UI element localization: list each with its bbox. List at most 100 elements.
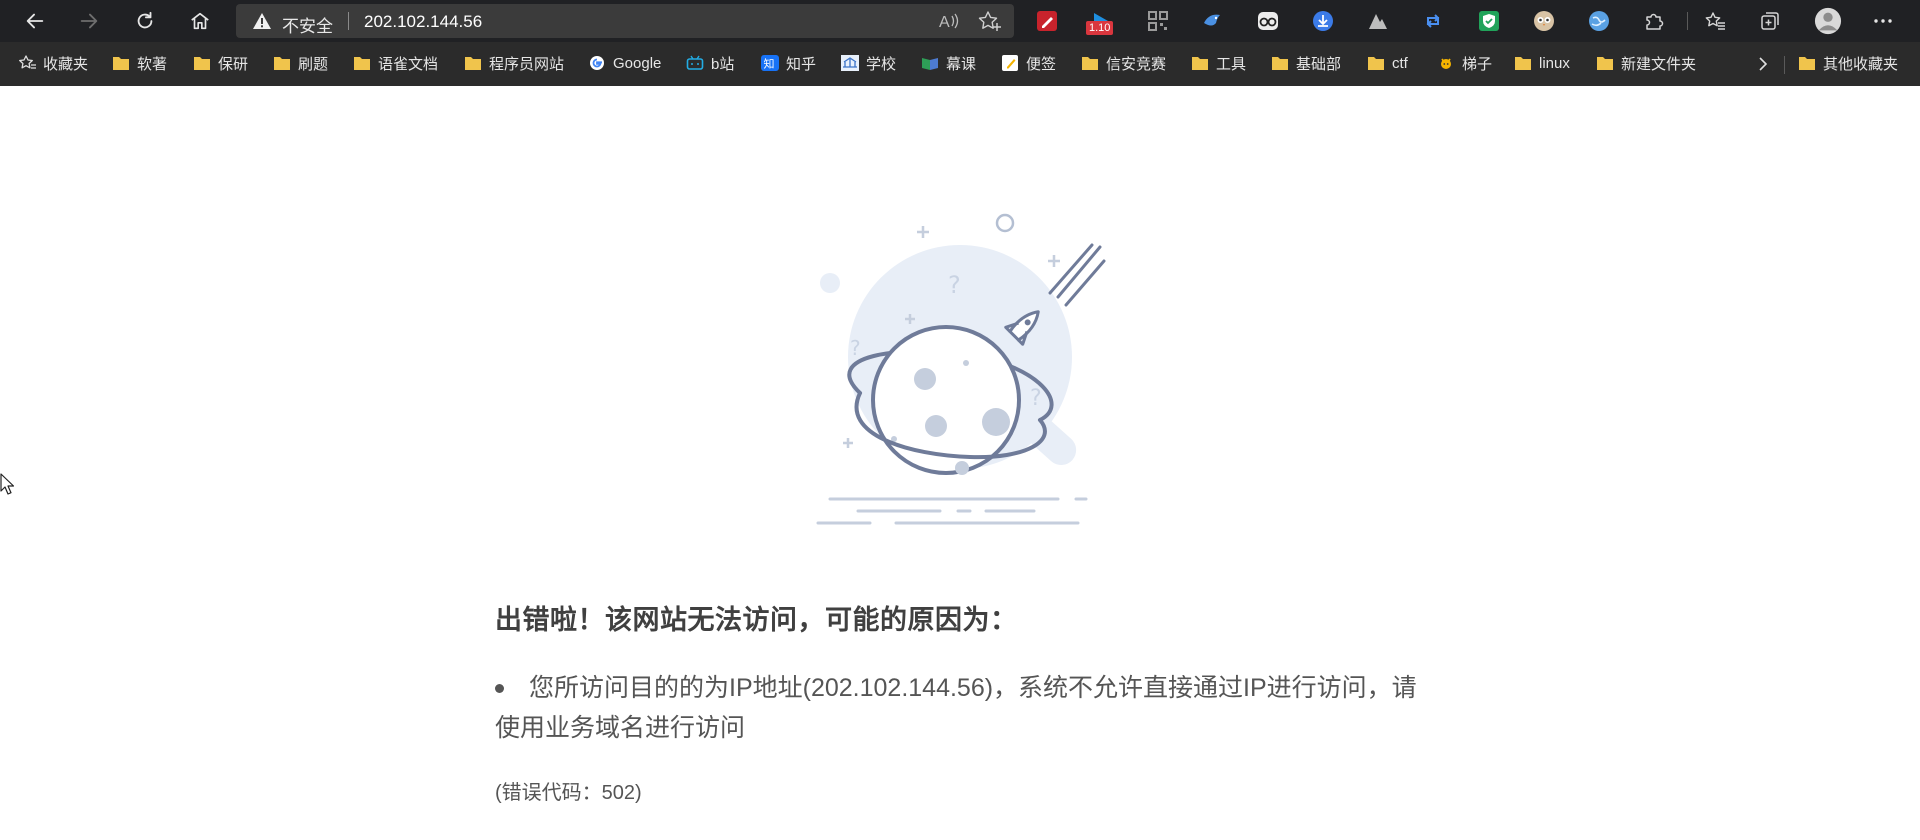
- toolbar-divider: [1687, 12, 1688, 30]
- bookmark-label: 收藏夹: [43, 55, 89, 73]
- svg-text:?: ?: [850, 336, 861, 360]
- bird-icon: [1204, 14, 1220, 26]
- add-favorite-icon[interactable]: [978, 10, 1002, 32]
- bookmark-label: Google: [613, 54, 662, 72]
- mouse-cursor-icon: [0, 473, 14, 495]
- svg-text:A: A: [939, 14, 950, 31]
- glasses-icon: [1258, 12, 1278, 30]
- bookmark-folder[interactable]: 软著: [112, 52, 167, 74]
- bookmark-folder[interactable]: 语雀文档: [353, 52, 438, 74]
- error-code-value: 502): [601, 782, 642, 804]
- more-options-icon: [1874, 19, 1892, 23]
- bookmark-label: ctf: [1392, 54, 1408, 72]
- svg-text:?: ?: [948, 271, 961, 299]
- mountain-icon: [1369, 14, 1387, 29]
- forward-button[interactable]: [72, 4, 106, 38]
- arrow-right-icon: [80, 13, 98, 29]
- bookmark-folder[interactable]: ctf: [1367, 52, 1408, 74]
- bookmark-label: 程序员网站: [489, 55, 565, 73]
- bookmark-folder[interactable]: 刷题: [273, 52, 328, 74]
- globe-icon: [1589, 11, 1609, 31]
- folder-icon: [1272, 57, 1288, 70]
- bookmark-folder[interactable]: 信安竞赛: [1081, 52, 1166, 74]
- back-button[interactable]: [18, 4, 52, 38]
- zhihu-icon: 知: [761, 55, 779, 71]
- bookmark-folder[interactable]: 程序员网站: [464, 52, 564, 74]
- bookmark-ladder[interactable]: 梯子: [1437, 52, 1492, 74]
- ext-mountain[interactable]: [1365, 8, 1391, 34]
- extensions-button[interactable]: [1641, 8, 1667, 34]
- favorites-star-icon: [19, 55, 36, 69]
- refresh-button[interactable]: [128, 4, 162, 38]
- folder-icon: [354, 57, 370, 70]
- ext-qrcode[interactable]: [1145, 8, 1171, 34]
- bookmark-folder[interactable]: 基础部: [1271, 52, 1341, 74]
- bookmark-zhihu[interactable]: 知 知乎: [761, 52, 816, 74]
- warning-icon[interactable]: [252, 11, 272, 31]
- error-title: 出错啦！该网站无法访问，可能的原因为：: [495, 605, 1018, 635]
- bookmark-folder[interactable]: 工具: [1191, 52, 1246, 74]
- shield-check-icon: [1479, 11, 1499, 31]
- ext-glasses[interactable]: [1255, 8, 1281, 34]
- ext-globe[interactable]: [1586, 8, 1612, 34]
- bookmark-folder[interactable]: 新建文件夹: [1596, 52, 1696, 74]
- bookmark-bilibili[interactable]: b站: [686, 52, 734, 74]
- chevron-right-icon[interactable]: [1754, 54, 1772, 74]
- folder-icon: [1597, 57, 1613, 70]
- bookmark-label: linux: [1539, 54, 1570, 72]
- home-button[interactable]: [183, 4, 217, 38]
- bookmark-label: 基础部: [1296, 55, 1342, 73]
- favorites-button[interactable]: [1702, 8, 1728, 34]
- error-code-prefix: (错误代码：: [495, 782, 602, 804]
- ext-retweet[interactable]: [1420, 8, 1446, 34]
- folder-icon: [1799, 57, 1815, 70]
- mooc-icon: [922, 58, 938, 70]
- folder-icon: [465, 57, 481, 70]
- browser-chrome: 不安全 202.102.144.56 A 1.10 收藏夹 软著 保研 刷题 语…: [0, 0, 1920, 86]
- refresh-icon: [137, 11, 153, 29]
- folder-icon: [1192, 57, 1208, 70]
- ext-shield[interactable]: [1476, 8, 1502, 34]
- bookmark-label: 新建文件夹: [1621, 55, 1697, 73]
- bookmark-google[interactable]: Google: [588, 52, 661, 74]
- qr-code-icon: [1148, 11, 1168, 31]
- bookmark-folder[interactable]: linux: [1514, 52, 1570, 74]
- bookmark-other-favorites[interactable]: 其他收藏夹: [1798, 52, 1898, 74]
- bookmark-school[interactable]: 学校: [841, 52, 896, 74]
- security-label[interactable]: 不安全: [282, 12, 333, 37]
- reason-text-line2: 使用业务域名进行访问: [495, 714, 746, 742]
- reason-text-line1: 您所访问目的的为IP地址(202.102.144.56)，系统不允许直接通过IP…: [529, 674, 1417, 702]
- ext-download[interactable]: [1310, 8, 1336, 34]
- address-separator: [348, 12, 349, 30]
- bookmark-favorites[interactable]: 收藏夹: [18, 52, 88, 74]
- bookmark-folder[interactable]: 保研: [193, 52, 248, 74]
- home-icon: [191, 12, 209, 30]
- bookmark-label: 学校: [866, 55, 897, 73]
- read-aloud-icon[interactable]: A: [938, 10, 960, 32]
- school-icon: [841, 55, 859, 71]
- bookmark-label: 知乎: [786, 55, 817, 73]
- ext-bird[interactable]: [1199, 8, 1225, 34]
- bookmark-mooc[interactable]: 幕课: [921, 52, 976, 74]
- note-icon: [1002, 55, 1018, 71]
- bookmark-label: 保研: [218, 55, 249, 73]
- folder-icon: [1368, 57, 1384, 70]
- error-code: (错误代码：502): [495, 776, 642, 805]
- bookmark-note[interactable]: 便签: [1001, 52, 1056, 74]
- collections-button[interactable]: [1757, 8, 1783, 34]
- ext-owl[interactable]: [1531, 8, 1557, 34]
- ext-pen[interactable]: [1034, 8, 1060, 34]
- profile-button[interactable]: [1813, 6, 1843, 36]
- bookmarks-divider: [1784, 56, 1785, 74]
- svg-text:知: 知: [764, 57, 775, 71]
- bookmark-label: 便签: [1026, 55, 1057, 73]
- bookmarks-bar: 收藏夹 软著 保研 刷题 语雀文档 程序员网站 Google b站 知 知乎 学…: [0, 42, 1920, 86]
- folder-icon: [113, 57, 129, 70]
- url-text[interactable]: 202.102.144.56: [364, 12, 482, 32]
- settings-menu-button[interactable]: [1870, 8, 1896, 34]
- bookmark-label: b站: [711, 55, 735, 73]
- folder-icon: [194, 57, 210, 70]
- collections-icon: [1761, 12, 1779, 30]
- bookmark-label: 其他收藏夹: [1823, 55, 1899, 73]
- address-bar[interactable]: 不安全 202.102.144.56 A: [236, 4, 1014, 38]
